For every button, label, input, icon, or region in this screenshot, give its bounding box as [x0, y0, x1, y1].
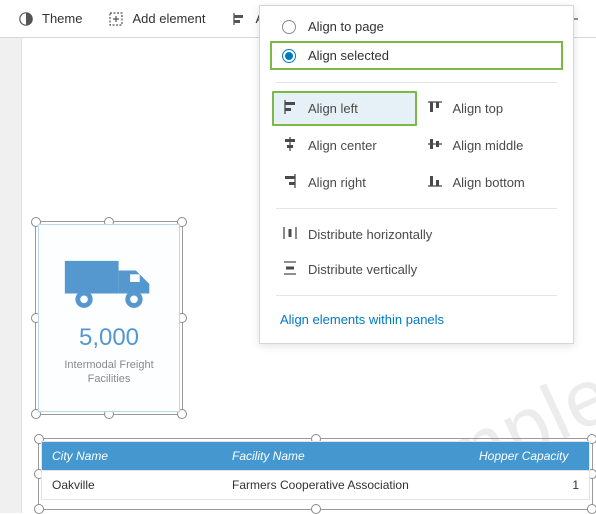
column-header: City Name — [42, 442, 222, 470]
stat-card[interactable]: 5,000 Intermodal Freight Facilities — [38, 224, 180, 412]
table-row[interactable]: Oakville Farmers Cooperative Association… — [42, 470, 589, 499]
stat-value: 5,000 — [79, 324, 139, 352]
radio-icon — [282, 49, 296, 63]
align-to-page-option[interactable]: Align to page — [260, 12, 573, 41]
link-label: Align elements within panels — [280, 312, 444, 327]
distribute-v-icon — [282, 260, 298, 279]
option-label: Align right — [308, 175, 366, 190]
option-label: Align to page — [308, 19, 384, 34]
option-label: Align bottom — [453, 175, 525, 190]
option-label: Distribute vertically — [308, 262, 417, 277]
align-bottom-option[interactable]: Align bottom — [417, 165, 562, 200]
option-label: Distribute horizontally — [308, 227, 432, 242]
add-element-icon — [108, 11, 124, 27]
data-table[interactable]: City Name Facility Name Hopper Capacity … — [41, 441, 590, 500]
cell: Farmers Cooperative Association — [222, 471, 469, 499]
option-label: Align center — [308, 138, 377, 153]
column-header: Facility Name — [222, 442, 469, 470]
align-middle-icon — [427, 136, 443, 155]
align-left-option[interactable]: Align left — [272, 91, 417, 126]
align-menu: Align to page Align selected Align left … — [259, 5, 574, 344]
align-top-icon — [427, 99, 443, 118]
distribute-h-icon — [282, 225, 298, 244]
align-left-icon — [282, 99, 298, 118]
align-within-panels-link[interactable]: Align elements within panels — [260, 302, 573, 335]
align-bottom-icon — [427, 173, 443, 192]
option-label: Align top — [453, 101, 504, 116]
align-right-icon — [282, 173, 298, 192]
table-header: City Name Facility Name Hopper Capacity — [42, 442, 589, 470]
align-center-icon — [282, 136, 298, 155]
align-selected-option[interactable]: Align selected — [270, 41, 563, 70]
column-header: Hopper Capacity — [469, 442, 589, 470]
align-middle-option[interactable]: Align middle — [417, 128, 562, 163]
align-icon — [231, 11, 247, 27]
theme-label: Theme — [42, 11, 82, 26]
add-element-label: Add element — [132, 11, 205, 26]
distribute-vertically-option[interactable]: Distribute vertically — [272, 252, 561, 287]
cell: 1 — [469, 471, 589, 499]
theme-icon — [18, 11, 34, 27]
option-label: Align selected — [308, 48, 389, 63]
theme-button[interactable]: Theme — [6, 0, 94, 37]
add-element-button[interactable]: Add element — [96, 0, 217, 37]
option-label: Align middle — [453, 138, 524, 153]
stat-label: Intermodal Freight Facilities — [45, 358, 173, 387]
align-right-option[interactable]: Align right — [272, 165, 417, 200]
align-top-option[interactable]: Align top — [417, 91, 562, 126]
radio-icon — [282, 20, 296, 34]
truck-icon — [61, 250, 157, 314]
align-center-option[interactable]: Align center — [272, 128, 417, 163]
cell: Oakville — [42, 471, 222, 499]
option-label: Align left — [308, 101, 358, 116]
distribute-horizontally-option[interactable]: Distribute horizontally — [272, 217, 561, 252]
